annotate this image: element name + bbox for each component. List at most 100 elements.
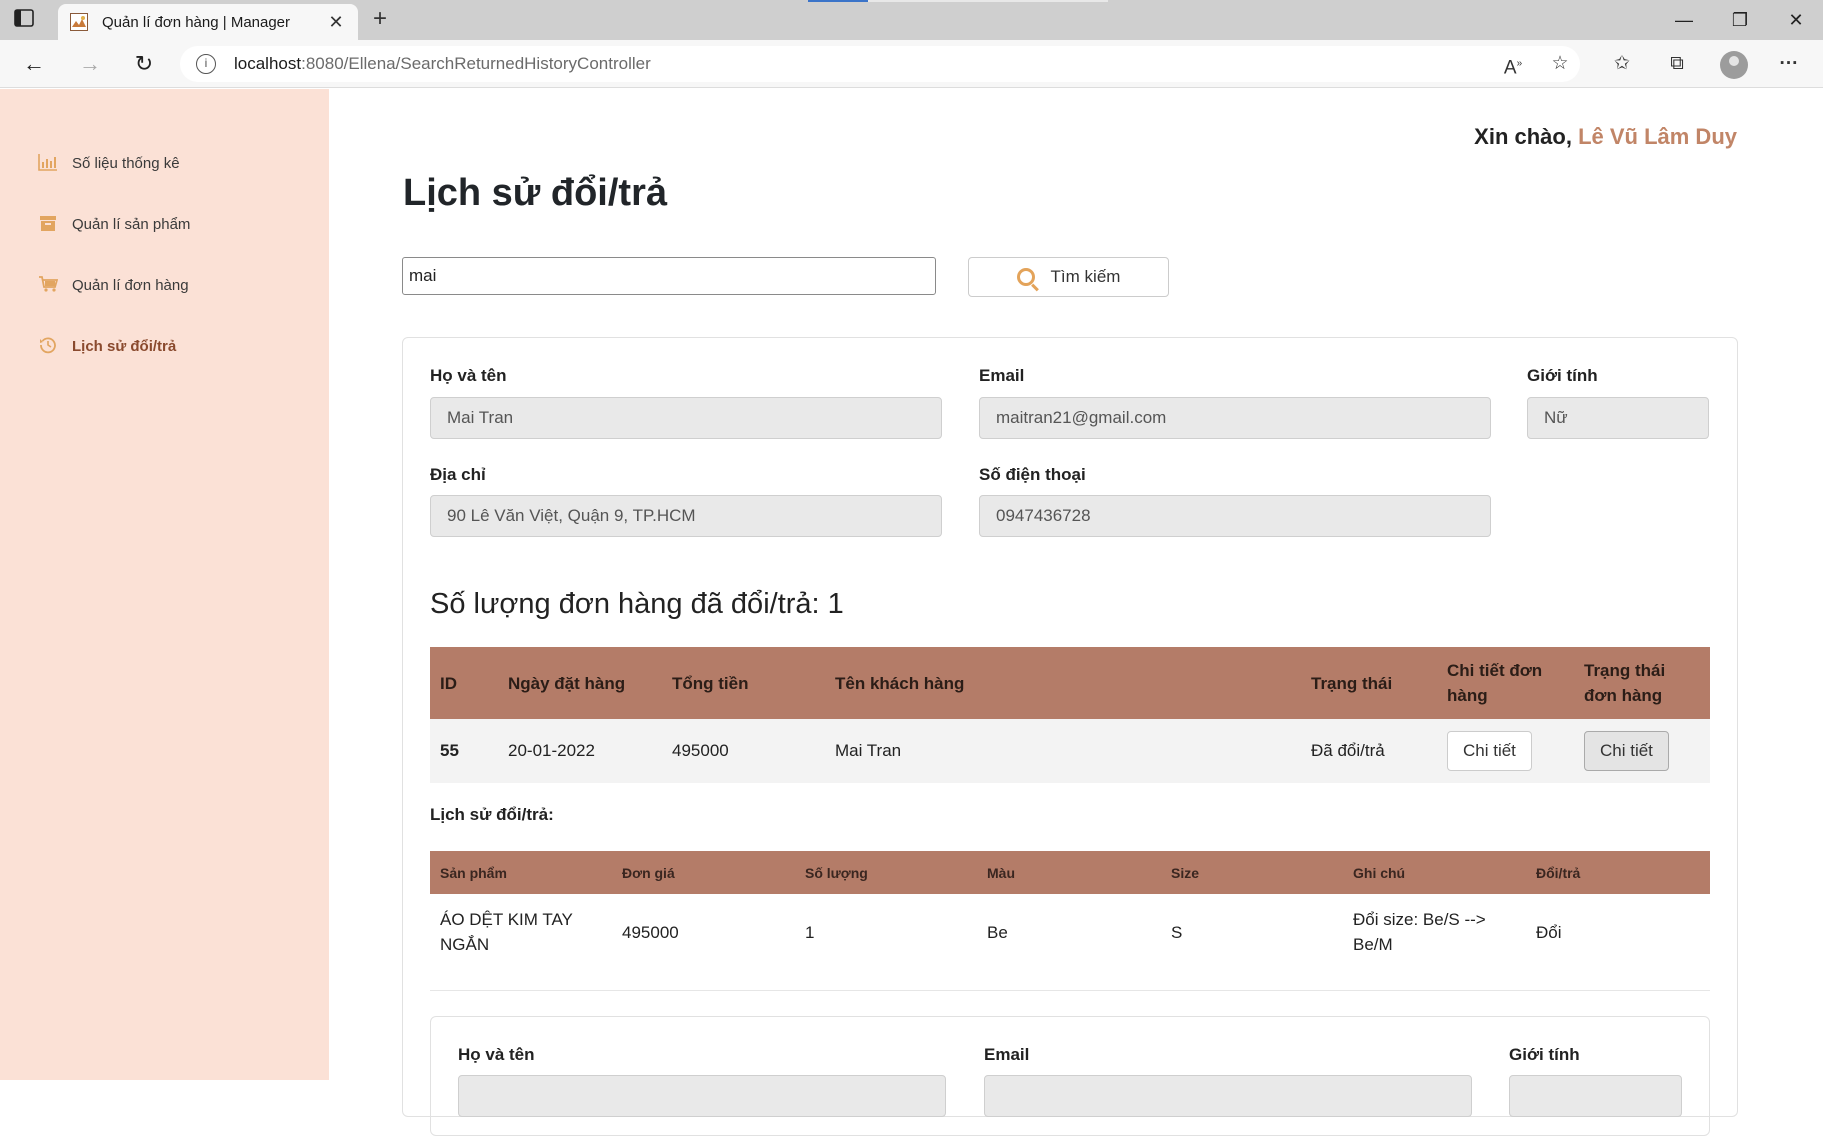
favorites-icon[interactable]: ✩: [1607, 50, 1637, 78]
back-icon[interactable]: ←: [18, 50, 50, 78]
read-aloud-icon[interactable]: A»: [1498, 50, 1528, 78]
column-header: Trạng thái: [1301, 647, 1437, 719]
reload-icon[interactable]: ↻: [128, 50, 160, 78]
column-header: Sản phẩm: [430, 851, 612, 894]
column-header: Tổng tiền: [662, 647, 825, 719]
phone-label: Số điện thoại: [979, 465, 1086, 484]
order-status-button[interactable]: Chi tiết: [1584, 731, 1669, 771]
section-divider: [430, 990, 1710, 991]
gender-label: Giới tính: [1527, 366, 1598, 385]
search-input[interactable]: [402, 257, 936, 295]
order-status: Đã đổi/trả: [1301, 719, 1437, 783]
return-history-table: Sản phẩm Đơn giá Số lượng Màu Size Ghi c…: [430, 851, 1710, 970]
gender-label-2: Giới tính: [1509, 1045, 1580, 1064]
history-icon: [38, 336, 58, 356]
site-info-icon[interactable]: i: [196, 54, 216, 74]
orders-table: ID Ngày đặt hàng Tổng tiền Tên khách hàn…: [430, 647, 1710, 783]
name-label: Họ và tên: [430, 366, 507, 385]
sidebar-item-orders[interactable]: Quản lí đơn hàng: [38, 275, 189, 295]
order-status-cell: Chi tiết: [1574, 719, 1710, 783]
email-field: maitran21@gmail.com: [979, 397, 1491, 439]
browser-toolbar: ← → ↻ i localhost:8080/Ellena/SearchRetu…: [0, 40, 1823, 88]
sidebar-item-label: Lịch sử đổi/trả: [72, 337, 177, 355]
sidebar: Số liệu thống kê Quản lí sản phẩm Quản l…: [0, 89, 329, 1080]
order-total: 495000: [662, 719, 825, 783]
table-header-row: Sản phẩm Đơn giá Số lượng Màu Size Ghi c…: [430, 851, 1710, 894]
sidebar-item-label: Quản lí đơn hàng: [72, 276, 189, 294]
tab-close-icon[interactable]: ✕: [326, 12, 346, 33]
column-header: Chi tiết đơn hàng: [1437, 647, 1574, 719]
column-header: Đổi/trả: [1526, 851, 1710, 894]
sidebar-item-label: Quản lí sản phẩm: [72, 215, 191, 233]
greeting-text: Xin chào,: [1474, 124, 1579, 149]
email-field-2: [984, 1075, 1472, 1117]
table-row: ÁO DỆT KIM TAY NGẮN 495000 1 Be S Đổi si…: [430, 894, 1710, 970]
forward-icon[interactable]: →: [74, 50, 106, 78]
column-header: Tên khách hàng: [825, 647, 1301, 719]
history-color: Be: [977, 894, 1161, 970]
restore-icon[interactable]: ❐: [1712, 6, 1768, 34]
tab-strip-indicator: [808, 0, 868, 2]
column-header: Size: [1161, 851, 1343, 894]
address-label: Địa chỉ: [430, 465, 486, 484]
name-field-2: [458, 1075, 946, 1117]
search-button[interactable]: Tìm kiếm: [968, 257, 1169, 297]
history-quantity: 1: [795, 894, 977, 970]
history-product: ÁO DỆT KIM TAY NGẮN: [430, 894, 612, 970]
sidebar-item-products[interactable]: Quản lí sản phẩm: [38, 214, 190, 234]
sidebar-item-return-history[interactable]: Lịch sử đổi/trả: [38, 336, 176, 356]
url-path: :8080/Ellena/SearchReturnedHistoryContro…: [301, 54, 651, 73]
tab-strip-track: [868, 0, 1108, 2]
gender-field: Nữ: [1527, 397, 1709, 439]
cart-icon: [38, 275, 59, 295]
column-header: Trạng thái đơn hàng: [1574, 647, 1710, 719]
name-field: Mai Tran: [430, 397, 942, 439]
collections-icon[interactable]: ⧉: [1662, 50, 1692, 78]
search-button-label: Tìm kiếm: [1050, 267, 1121, 286]
window-close-icon[interactable]: ✕: [1768, 6, 1823, 34]
table-header-row: ID Ngày đặt hàng Tổng tiền Tên khách hàn…: [430, 647, 1710, 719]
order-count-title: Số lượng đơn hàng đã đổi/trả: 1: [430, 588, 844, 620]
order-detail-button[interactable]: Chi tiết: [1447, 731, 1532, 771]
email-label-2: Email: [984, 1045, 1030, 1064]
phone-field: 0947436728: [979, 495, 1491, 537]
order-customer: Mai Tran: [825, 719, 1301, 783]
history-label: Lịch sử đổi/trả:: [430, 805, 554, 824]
search-icon: [1016, 268, 1035, 286]
order-date: 20-01-2022: [498, 719, 662, 783]
add-favorite-icon[interactable]: ☆: [1545, 50, 1575, 78]
history-note: Đổi size: Be/S --> Be/M: [1343, 894, 1526, 970]
email-label: Email: [979, 366, 1025, 385]
history-price: 495000: [612, 894, 795, 970]
minimize-icon[interactable]: —: [1656, 6, 1712, 34]
more-menu-icon[interactable]: ···: [1774, 50, 1804, 78]
profile-avatar[interactable]: [1720, 51, 1748, 79]
column-header: Màu: [977, 851, 1161, 894]
tab-title: Quản lí đơn hàng | Manager: [102, 13, 291, 31]
column-header: Ngày đặt hàng: [498, 647, 662, 719]
column-header: Ghi chú: [1343, 851, 1526, 894]
url-host: localhost: [234, 54, 302, 73]
address-bar[interactable]: i localhost:8080/Ellena/SearchReturnedHi…: [180, 46, 1580, 82]
order-detail-cell: Chi tiết: [1437, 719, 1574, 783]
column-header: ID: [430, 647, 498, 719]
new-tab-icon[interactable]: +: [366, 6, 394, 34]
browser-tab[interactable]: Quản lí đơn hàng | Manager ✕: [58, 4, 358, 40]
column-header: Số lượng: [795, 851, 977, 894]
sidebar-item-label: Số liệu thống kê: [72, 154, 180, 172]
bar-chart-icon: [38, 153, 58, 173]
address-field: 90 Lê Văn Việt, Quận 9, TP.HCM: [430, 495, 942, 537]
tab-actions-icon[interactable]: [14, 9, 46, 31]
site-favicon-icon: [70, 13, 88, 31]
history-type: Đổi: [1526, 894, 1710, 970]
table-row: 55 20-01-2022 495000 Mai Tran Đã đổi/trả…: [430, 719, 1710, 783]
sidebar-item-statistics[interactable]: Số liệu thống kê: [38, 153, 180, 173]
page-title: Lịch sử đổi/trả: [403, 172, 667, 214]
name-label-2: Họ và tên: [458, 1045, 535, 1064]
gender-field-2: [1509, 1075, 1682, 1117]
column-header: Đơn giá: [612, 851, 795, 894]
history-size: S: [1161, 894, 1343, 970]
order-id: 55: [430, 719, 498, 783]
user-greeting: Xin chào, Lê Vũ Lâm Duy: [1474, 124, 1737, 150]
user-name[interactable]: Lê Vũ Lâm Duy: [1578, 124, 1737, 149]
